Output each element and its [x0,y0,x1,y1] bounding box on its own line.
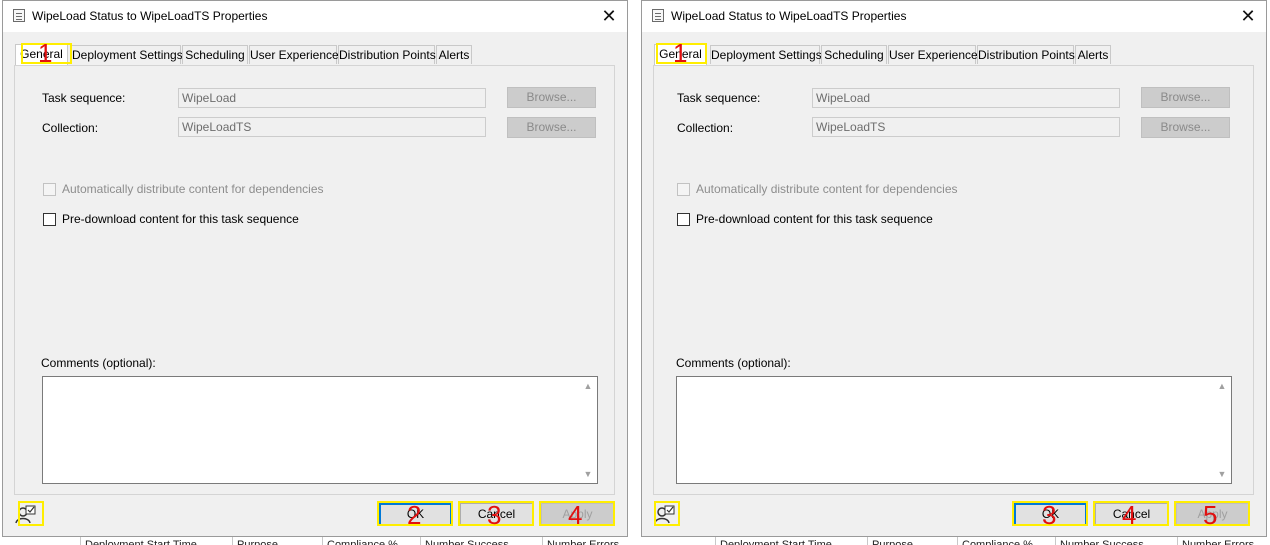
browse-task-sequence-button[interactable]: Browse... [507,87,596,108]
user-icon[interactable] [14,503,38,526]
apply-button[interactable]: Apply [541,503,614,526]
ok-button[interactable]: OK [379,503,452,526]
screenshot-canvas: Deployment Start Time Purpose Compliance… [0,0,1270,545]
title-bar: WipeLoad Status to WipeLoadTS Properties… [642,1,1266,32]
ok-button[interactable]: OK [1014,503,1087,526]
comments-label: Comments (optional): [41,356,156,370]
title-bar: WipeLoad Status to WipeLoadTS Properties… [3,1,627,32]
dialog-title: WipeLoad Status to WipeLoadTS Properties [32,9,268,23]
background-list-header: Deployment Start Time Purpose Compliance… [715,537,1270,545]
browse-collection-button[interactable]: Browse... [1141,117,1230,138]
background-column-header: Number Errors [1177,537,1270,545]
tab-scheduling[interactable]: Scheduling [821,45,887,64]
auto-distribute-label: Automatically distribute content for dep… [696,182,958,196]
properties-dialog: WipeLoad Status to WipeLoadTS Properties… [641,0,1267,537]
general-tab-panel: Task sequence: WipeLoad Browse... Collec… [14,65,615,495]
background-column-header: Purpose [232,537,325,545]
properties-icon [13,9,25,22]
cancel-button[interactable]: Cancel [460,503,533,526]
auto-distribute-label: Automatically distribute content for dep… [62,182,324,196]
tab-general[interactable]: General [15,44,68,65]
apply-button[interactable]: Apply [1176,503,1249,526]
tab-alerts[interactable]: Alerts [1075,45,1111,64]
predownload-label: Pre-download content for this task seque… [62,212,299,226]
task-sequence-label: Task sequence: [677,91,761,105]
tab-distribution-points[interactable]: Distribution Points [977,45,1075,64]
properties-dialog: WipeLoad Status to WipeLoadTS Properties… [2,0,628,537]
background-column-header: Purpose [867,537,960,545]
task-sequence-field: WipeLoad [812,88,1120,108]
tab-distribution-points[interactable]: Distribution Points [338,45,436,64]
browse-collection-button[interactable]: Browse... [507,117,596,138]
cancel-button[interactable]: Cancel [1095,503,1168,526]
background-column-header: Deployment Start Time [80,537,235,545]
tab-scheduling[interactable]: Scheduling [182,45,248,64]
background-column-header: Deployment Start Time [715,537,870,545]
tab-user-experience[interactable]: User Experience [249,45,339,64]
comments-label: Comments (optional): [676,356,791,370]
background-column-header: Compliance % [957,537,1058,545]
collection-label: Collection: [42,121,99,135]
auto-distribute-checkbox[interactable] [677,183,690,196]
tab-deployment-settings[interactable]: Deployment Settings [710,45,822,64]
collection-label: Collection: [677,121,734,135]
properties-icon [652,9,664,22]
scroll-up-icon[interactable]: ▲ [581,379,595,393]
tab-alerts[interactable]: Alerts [436,45,472,64]
task-sequence-label: Task sequence: [42,91,126,105]
comments-textarea[interactable]: ▲ ▼ [42,376,598,484]
predownload-checkbox[interactable] [677,213,690,226]
predownload-label: Pre-download content for this task seque… [696,212,933,226]
general-tab-panel: Task sequence: WipeLoad Browse... Collec… [653,65,1254,495]
scroll-down-icon[interactable]: ▼ [581,467,595,481]
scroll-up-icon[interactable]: ▲ [1215,379,1229,393]
user-icon[interactable] [653,503,677,526]
scroll-down-icon[interactable]: ▼ [1215,467,1229,481]
close-button[interactable]: ✕ [1236,4,1260,28]
predownload-checkbox[interactable] [43,213,56,226]
tab-general[interactable]: General [654,44,707,65]
tab-user-experience[interactable]: User Experience [888,45,978,64]
background-column-header: Number Errors [542,537,630,545]
background-column-header: Compliance % [322,537,423,545]
close-button[interactable]: ✕ [597,4,621,28]
dialog-title: WipeLoad Status to WipeLoadTS Properties [671,9,907,23]
background-column-header: Number Success [1055,537,1180,545]
auto-distribute-checkbox[interactable] [43,183,56,196]
background-list-header: Deployment Start Time Purpose Compliance… [80,537,630,545]
collection-field: WipeLoadTS [178,117,486,137]
comments-textarea[interactable]: ▲ ▼ [676,376,1232,484]
browse-task-sequence-button[interactable]: Browse... [1141,87,1230,108]
background-column-header: Number Success [420,537,545,545]
collection-field: WipeLoadTS [812,117,1120,137]
tab-deployment-settings[interactable]: Deployment Settings [71,45,183,64]
task-sequence-field: WipeLoad [178,88,486,108]
